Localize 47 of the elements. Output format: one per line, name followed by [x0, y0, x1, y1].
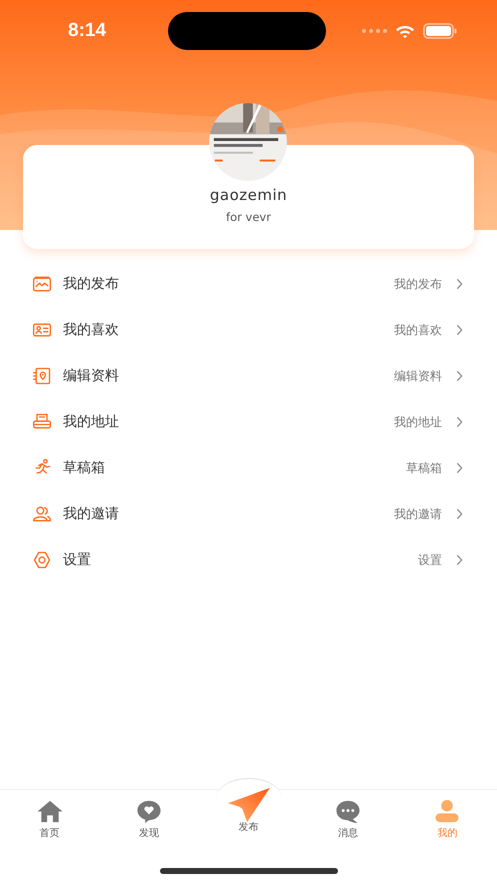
chevron-right-icon	[456, 324, 463, 336]
menu-item[interactable]: 设置 设置	[0, 537, 497, 583]
menu-label: 设置	[63, 551, 92, 569]
heart-bubble-icon	[135, 799, 164, 824]
wifi-icon	[395, 24, 415, 38]
menu-label: 我的喜欢	[63, 321, 120, 339]
person-icon	[433, 799, 462, 824]
map-pin-icon	[32, 366, 52, 386]
home-icon	[36, 799, 64, 824]
menu-value: 我的邀请	[394, 506, 442, 522]
menu-value: 我的地址	[394, 414, 442, 430]
menu-label: 我的邀请	[63, 505, 120, 523]
chevron-right-icon	[456, 462, 463, 474]
menu-item[interactable]: 我的发布 我的发布	[0, 261, 497, 307]
tab-item[interactable]: 消息	[298, 790, 398, 883]
tab-item[interactable]: 首页	[0, 790, 100, 883]
chevron-right-icon	[456, 554, 463, 566]
menu-item[interactable]: 草稿箱 草稿箱	[0, 445, 497, 491]
people-icon	[32, 504, 52, 524]
menu-item[interactable]: 我的地址 我的地址	[0, 399, 497, 445]
status-time: 8:14	[68, 20, 106, 42]
chevron-right-icon	[456, 508, 463, 520]
menu-value: 我的发布	[394, 276, 442, 292]
menu-value: 编辑资料	[394, 368, 442, 384]
menu-label: 草稿箱	[63, 459, 106, 477]
username: gaozemin	[210, 186, 288, 204]
chat-bubble-icon	[334, 799, 362, 824]
battery-icon	[423, 23, 457, 39]
menu-label: 编辑资料	[63, 367, 120, 385]
image-icon	[32, 274, 52, 294]
signal-icon	[361, 28, 387, 34]
tab-item[interactable]: 发布	[198, 790, 298, 883]
settings-icon	[32, 550, 52, 570]
chevron-right-icon	[456, 370, 463, 382]
bio-text: for vevr	[226, 210, 271, 224]
menu-label: 我的地址	[63, 413, 120, 431]
paper-plane-icon	[226, 786, 272, 824]
menu-value: 设置	[418, 552, 442, 568]
menu-item[interactable]: 我的喜欢 我的喜欢	[0, 307, 497, 353]
menu-item[interactable]: 我的邀请 我的邀请	[0, 491, 497, 537]
menu-label: 我的发布	[63, 275, 120, 293]
tab-item[interactable]: 发现	[99, 790, 199, 883]
menu-value: 我的喜欢	[394, 322, 442, 338]
menu-value: 草稿箱	[406, 460, 442, 476]
chevron-right-icon	[456, 416, 463, 428]
chevron-right-icon	[456, 278, 463, 290]
menu-item[interactable]: 编辑资料 编辑资料	[0, 353, 497, 399]
